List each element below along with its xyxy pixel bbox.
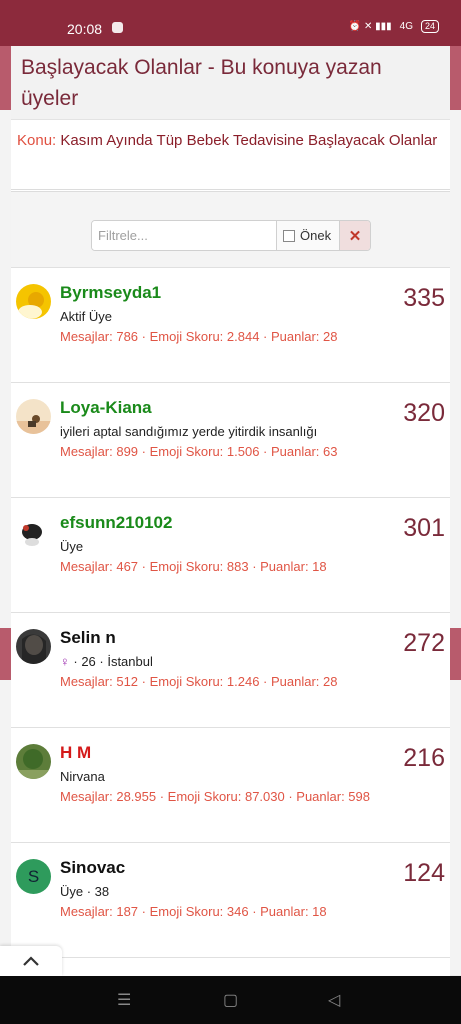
member-stats: Mesajlar: 187 · Emoji Skoru: 346 · Puanl… (60, 904, 327, 919)
member-row[interactable]: efsunn210102 Üye Mesajlar: 467 · Emoji S… (11, 498, 450, 613)
chevron-up-icon[interactable] (22, 955, 40, 967)
message-count: 216 (403, 744, 445, 772)
status-time: 20:08 (67, 21, 103, 37)
avatar[interactable] (16, 514, 51, 549)
topic-line: Konu: Kasım Ayında Tüp Bebek Tedavisine … (11, 120, 450, 192)
status-icons: ⏰ ✕ ▮▮▮ 4G 24 (349, 20, 439, 33)
member-title: ♀ · 26 · İstanbul (60, 654, 153, 669)
back-icon[interactable]: ◁ (328, 990, 340, 1010)
prefix-label: Önek (300, 228, 332, 243)
member-stats: Mesajlar: 467 · Emoji Skoru: 883 · Puanl… (60, 559, 327, 574)
member-info: · 26 · İstanbul (73, 654, 153, 669)
member-stats: Mesajlar: 28.955 · Emoji Skoru: 87.030 ·… (60, 789, 371, 804)
member-title: Aktif Üye (60, 309, 113, 324)
prefix-checkbox[interactable]: Önek (276, 221, 340, 250)
modal-title: Başlayacak Olanlar - Bu konuya yazan üye… (11, 46, 450, 120)
member-row[interactable]: Selin n ♀ · 26 · İstanbul Mesajlar: 512 … (11, 613, 450, 728)
background-page-right (450, 85, 461, 975)
checkbox-icon[interactable] (283, 229, 295, 242)
member-name[interactable]: Selin n (60, 628, 116, 648)
avatar[interactable] (16, 629, 51, 664)
avatar-letter: S (27, 866, 40, 886)
filter-input[interactable] (92, 221, 276, 250)
member-title: Üye · 38 (60, 884, 110, 899)
avatar[interactable] (16, 284, 51, 319)
member-row[interactable]: Loya-Kiana iyileri aptal sandığımız yerd… (11, 383, 450, 498)
member-name[interactable]: Sinovac (60, 858, 125, 878)
member-stats: Mesajlar: 899 · Emoji Skoru: 1.506 · Pua… (60, 444, 338, 459)
message-count: 320 (403, 399, 445, 427)
member-stats: Mesajlar: 512 · Emoji Skoru: 1.246 · Pua… (60, 674, 338, 689)
home-icon[interactable]: ▢ (223, 990, 238, 1010)
background-header-right (450, 46, 461, 110)
filter-box: Önek ✕ (91, 220, 371, 251)
filter-bar: Önek ✕ (11, 192, 450, 268)
clear-filter-button[interactable]: ✕ (339, 221, 370, 250)
menu-icon[interactable]: ☰ (117, 990, 131, 1010)
member-row[interactable]: Byrmseyda1 Aktif Üye Mesajlar: 786 · Emo… (11, 268, 450, 383)
member-name[interactable]: Loya-Kiana (60, 398, 152, 418)
member-row[interactable]: H M Nirvana Mesajlar: 28.955 · Emoji Sko… (11, 728, 450, 843)
battery-icon: 24 (420, 20, 439, 33)
notification-icon (112, 22, 123, 33)
member-name[interactable]: efsunn210102 (60, 513, 172, 533)
member-name[interactable]: H M (60, 743, 91, 763)
avatar[interactable] (16, 399, 51, 434)
status-bar: 20:08 ⏰ ✕ ▮▮▮ 4G 24 (0, 0, 461, 46)
android-nav-bar: ☰ ▢ ◁ (0, 976, 461, 1024)
system-icons: ⏰ ✕ ▮▮▮ (348, 21, 392, 32)
message-count: 272 (403, 629, 445, 657)
member-row[interactable]: S Sinovac Üye · 38 Mesajlar: 187 · Emoji… (11, 843, 450, 958)
member-title: Üye (60, 539, 84, 554)
member-name[interactable]: Byrmseyda1 (60, 283, 161, 303)
message-count: 124 (403, 859, 445, 887)
message-count: 335 (403, 284, 445, 312)
member-title: Nirvana (60, 769, 105, 784)
member-title: iyileri aptal sandığımız yerde yitirdik … (60, 424, 318, 439)
avatar[interactable] (16, 744, 51, 779)
network-type: 4G (399, 21, 413, 32)
background-band-right (450, 628, 461, 680)
scroll-top-button[interactable] (0, 946, 62, 976)
topic-label: Konu: (17, 132, 57, 149)
member-stats: Mesajlar: 786 · Emoji Skoru: 2.844 · Pua… (60, 329, 338, 344)
members-modal: Başlayacak Olanlar - Bu konuya yazan üye… (11, 46, 450, 976)
avatar[interactable]: S (16, 859, 51, 894)
message-count: 301 (403, 514, 445, 542)
female-icon: ♀ (60, 654, 70, 669)
topic-link[interactable]: Kasım Ayında Tüp Bebek Tedavisine Başlay… (60, 132, 437, 149)
